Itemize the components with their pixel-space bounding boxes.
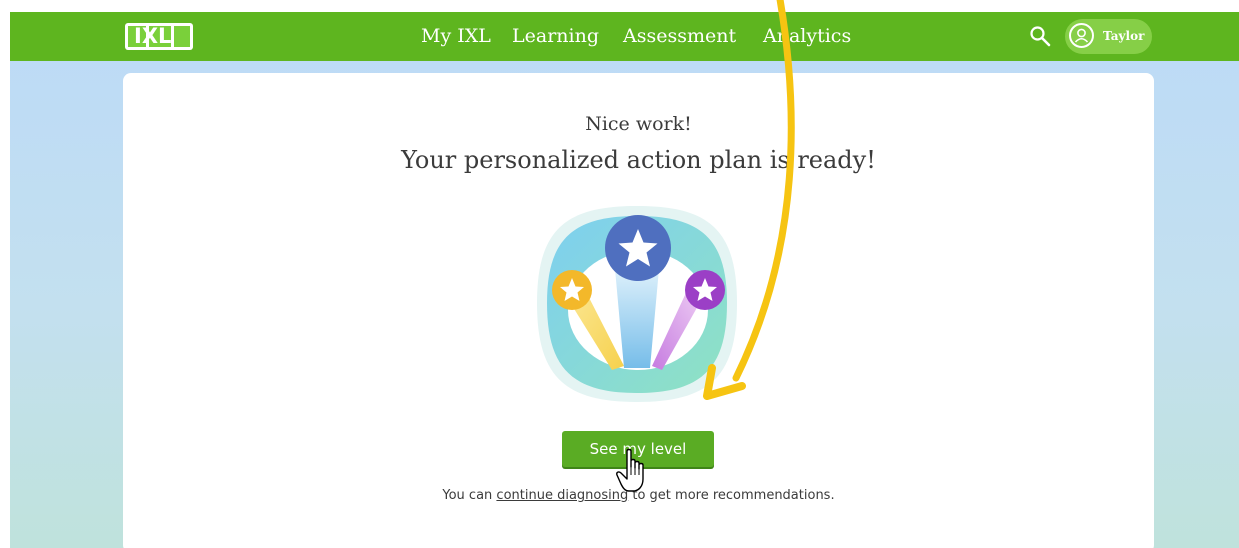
nav-my-ixl[interactable]: My IXL xyxy=(421,23,491,49)
page-heading: Nice work! xyxy=(585,113,692,135)
nav-learning[interactable]: Learning xyxy=(512,23,599,49)
user-icon xyxy=(1069,23,1094,48)
search-icon[interactable] xyxy=(1029,25,1051,47)
page-subheading: Your personalized action plan is ready! xyxy=(401,146,876,174)
footnote-prefix: You can xyxy=(442,488,497,503)
user-menu-button[interactable]: Taylor xyxy=(1065,19,1152,54)
continue-diagnosing-link[interactable]: continue diagnosing xyxy=(496,488,628,503)
nav-assessment[interactable]: Assessment xyxy=(623,23,736,49)
nav-analytics[interactable]: Analytics xyxy=(763,23,851,49)
action-plan-stars-illustration xyxy=(537,206,737,402)
top-navigation-bar: IXL My IXL Learning Assessment Analytics… xyxy=(10,12,1239,61)
user-name: Taylor xyxy=(1103,29,1145,43)
logo-letter-i: IXL xyxy=(134,24,172,48)
hand-cursor-icon xyxy=(616,448,644,492)
footnote-suffix: to get more recommendations. xyxy=(628,488,835,503)
ixl-logo[interactable]: IXL xyxy=(125,23,193,50)
